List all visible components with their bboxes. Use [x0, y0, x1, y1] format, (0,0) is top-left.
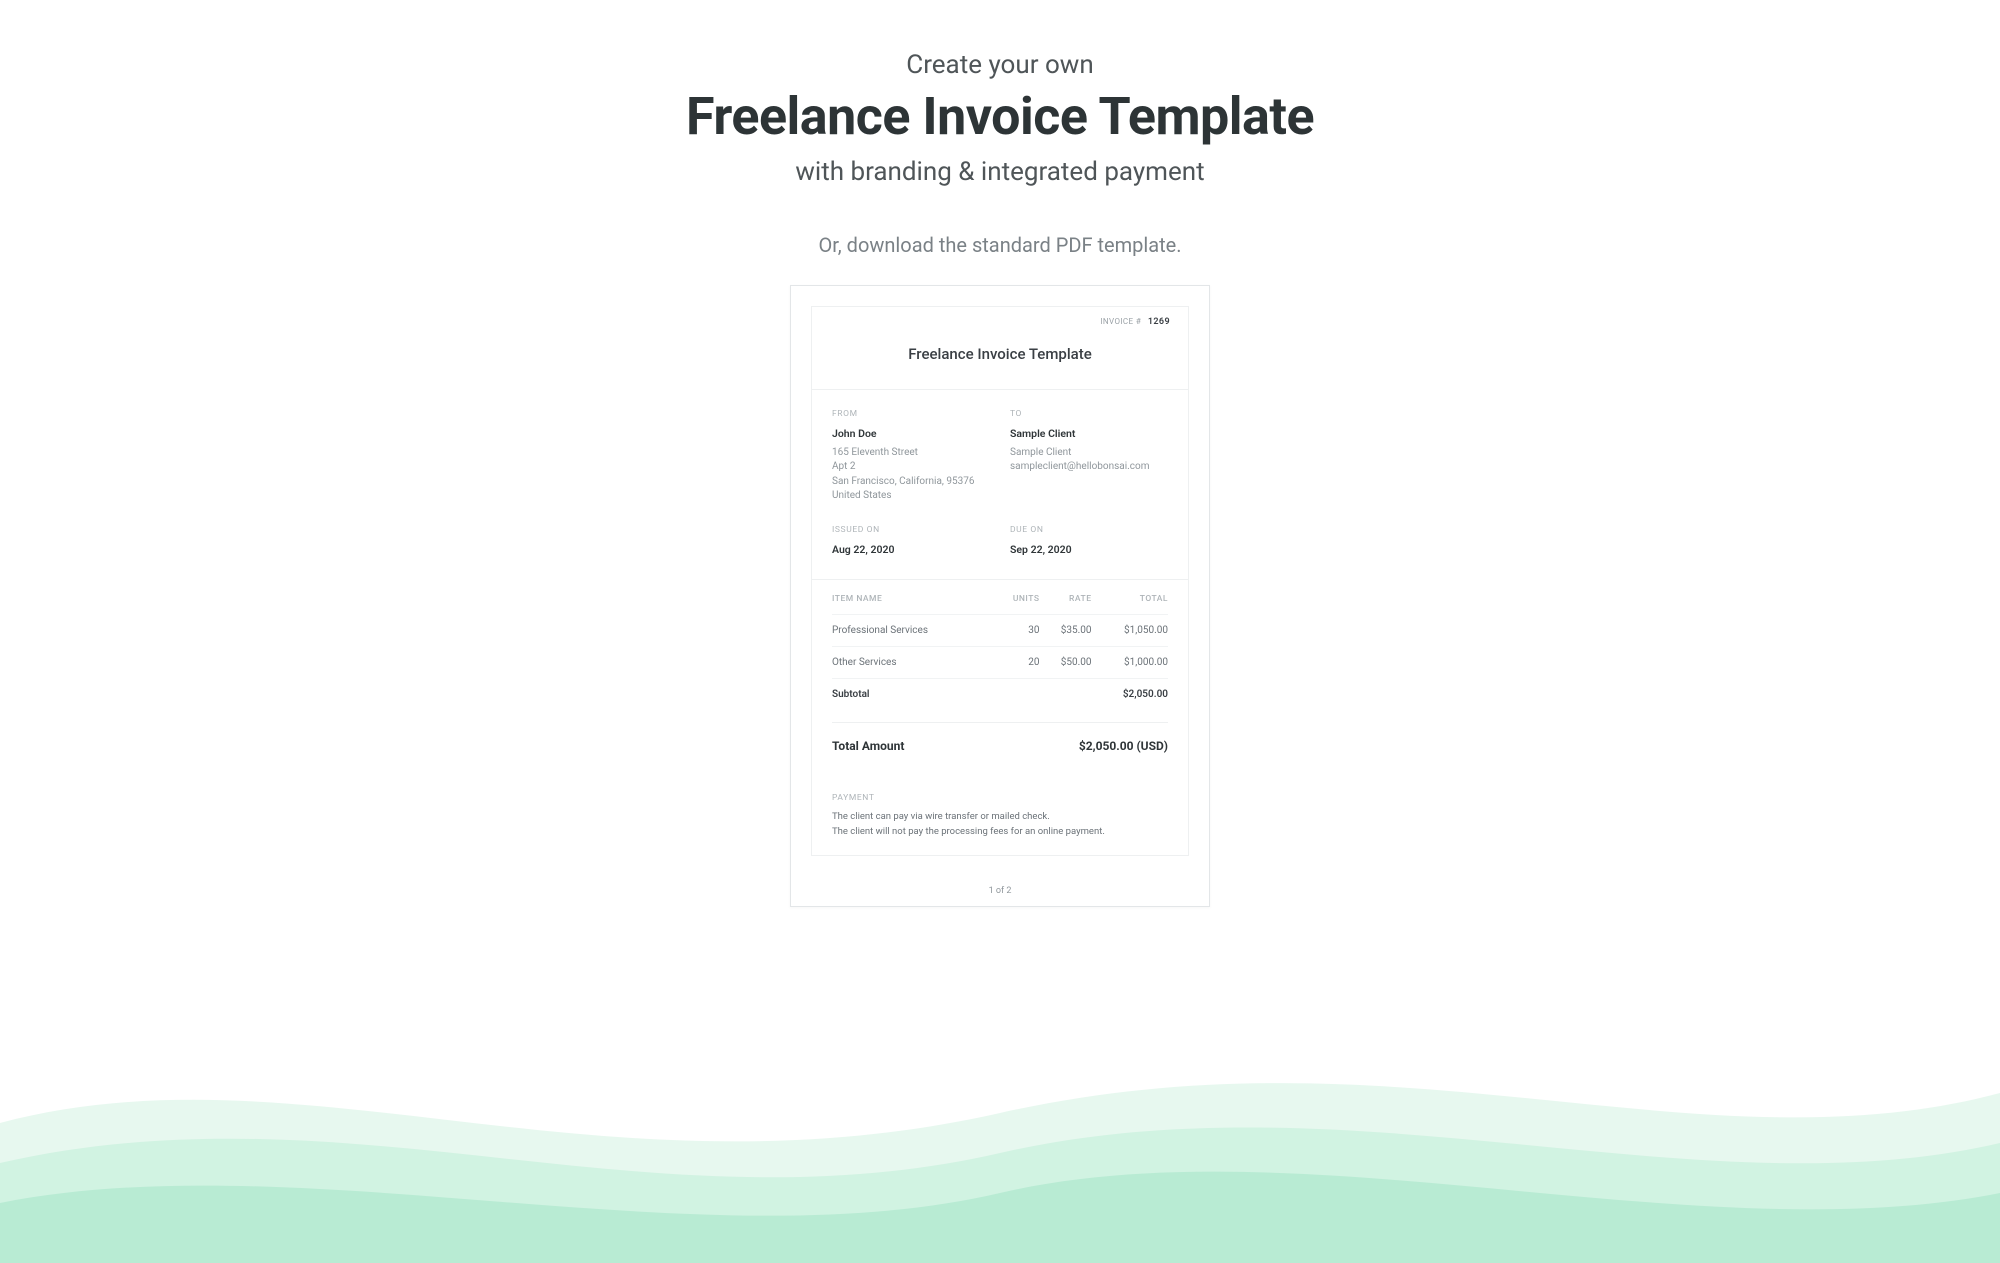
- payment-label: PAYMENT: [832, 793, 1168, 803]
- item-units: 20: [994, 647, 1039, 679]
- total-row: Total Amount $2,050.00 (USD): [832, 722, 1168, 769]
- subtotal-row: Subtotal $2,050.00: [832, 679, 1168, 711]
- invoice-title: Freelance Invoice Template: [832, 345, 1168, 363]
- subtotal-label: Subtotal: [832, 679, 994, 711]
- download-pdf-link[interactable]: Or, download the standard PDF template.: [818, 233, 1181, 257]
- hero-title: Freelance Invoice Template: [686, 86, 1314, 147]
- item-name: Other Services: [832, 647, 994, 679]
- to-email: sampleclient@hellobonsai.com: [1010, 460, 1168, 475]
- invoice-number: INVOICE # 1269: [1100, 317, 1170, 327]
- item-total: $1,000.00: [1092, 647, 1169, 679]
- hero: Create your own Freelance Invoice Templa…: [686, 50, 1314, 187]
- issued-block: ISSUED ON Aug 22, 2020: [832, 524, 990, 562]
- item-name: Professional Services: [832, 615, 994, 647]
- issued-value: Aug 22, 2020: [832, 542, 990, 557]
- payment-note: The client will not pay the processing f…: [832, 826, 1168, 837]
- payment-note: The client can pay via wire transfer or …: [832, 811, 1168, 822]
- page-indicator: 1 of 2: [791, 886, 1209, 896]
- due-block: DUE ON Sep 22, 2020: [1010, 524, 1168, 562]
- col-item: ITEM NAME: [832, 594, 994, 615]
- from-line3: San Francisco, California, 95376: [832, 475, 990, 490]
- invoice-parties: FROM John Doe 165 Eleventh Street Apt 2 …: [812, 390, 1188, 580]
- invoice-preview[interactable]: INVOICE # 1269 Freelance Invoice Templat…: [790, 285, 1210, 907]
- item-units: 30: [994, 615, 1039, 647]
- from-line2: Apt 2: [832, 460, 990, 475]
- payment-block: PAYMENT The client can pay via wire tran…: [812, 769, 1188, 855]
- invoice-number-label: INVOICE #: [1100, 317, 1141, 326]
- col-total: TOTAL: [1092, 594, 1169, 615]
- item-total: $1,050.00: [1092, 615, 1169, 647]
- to-block: TO Sample Client Sample Client samplecli…: [1010, 408, 1168, 504]
- col-units: UNITS: [994, 594, 1039, 615]
- table-row: Other Services 20 $50.00 $1,000.00: [832, 647, 1168, 679]
- hero-overline: Create your own: [686, 50, 1314, 80]
- from-label: FROM: [832, 408, 990, 420]
- col-rate: RATE: [1039, 594, 1091, 615]
- from-line1: 165 Eleventh Street: [832, 446, 990, 461]
- item-rate: $50.00: [1039, 647, 1091, 679]
- to-name: Sample Client: [1010, 426, 1168, 441]
- to-company: Sample Client: [1010, 446, 1168, 461]
- subtotal-value: $2,050.00: [1092, 679, 1169, 711]
- invoice-sheet: INVOICE # 1269 Freelance Invoice Templat…: [811, 306, 1189, 856]
- due-value: Sep 22, 2020: [1010, 542, 1168, 557]
- from-line4: United States: [832, 489, 990, 504]
- invoice-number-value: 1269: [1148, 317, 1170, 327]
- hero-subtitle: with branding & integrated payment: [686, 157, 1314, 187]
- issued-label: ISSUED ON: [832, 524, 990, 536]
- invoice-header: INVOICE # 1269 Freelance Invoice Templat…: [812, 307, 1188, 390]
- table-row: Professional Services 30 $35.00 $1,050.0…: [832, 615, 1168, 647]
- due-label: DUE ON: [1010, 524, 1168, 536]
- from-name: John Doe: [832, 426, 990, 441]
- item-rate: $35.00: [1039, 615, 1091, 647]
- total-label: Total Amount: [832, 739, 904, 753]
- invoice-items: ITEM NAME UNITS RATE TOTAL Professional …: [812, 580, 1188, 710]
- to-label: TO: [1010, 408, 1168, 420]
- total-value: $2,050.00 (USD): [1079, 739, 1168, 753]
- from-block: FROM John Doe 165 Eleventh Street Apt 2 …: [832, 408, 990, 504]
